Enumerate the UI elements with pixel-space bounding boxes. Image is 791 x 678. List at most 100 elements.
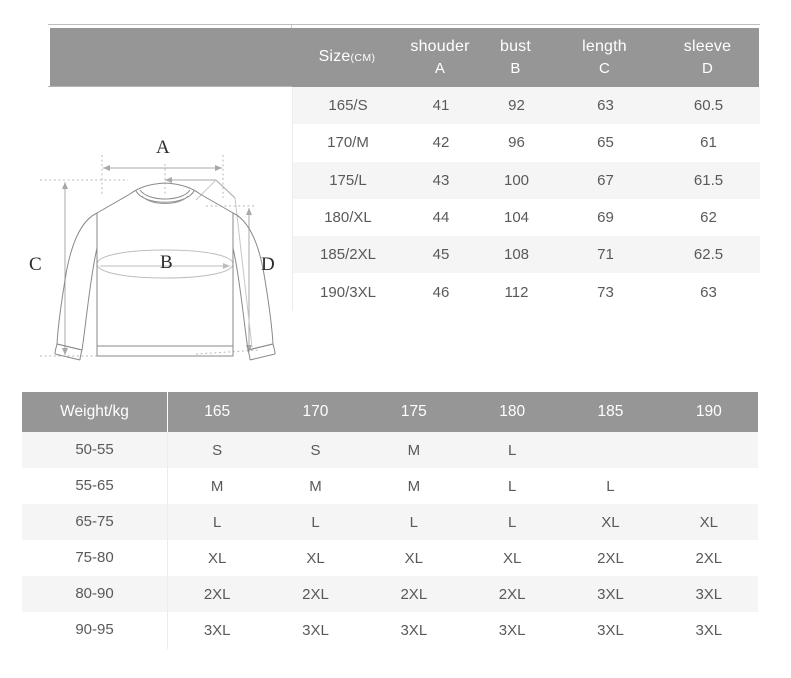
cell-bust: 92 [508, 97, 525, 115]
table-row: 165/S 41 92 63 60.5 [293, 87, 760, 125]
shoulder-header-label: shouder [410, 38, 470, 56]
cell-size-170: XL [306, 549, 325, 567]
cell-length: 65 [597, 134, 614, 152]
table-row: 90-95 3XL 3XL 3XL 3XL 3XL 3XL [22, 612, 758, 649]
cell-size-175: 3XL [400, 622, 428, 640]
cell-sleeve: 61.5 [693, 171, 724, 189]
cell-size-175: L [409, 513, 418, 531]
cell-sleeve: 62 [700, 209, 717, 227]
table-row: 80-90 2XL 2XL 2XL 2XL 3XL 3XL [22, 576, 758, 613]
cell-size: 190/3XL [320, 283, 376, 301]
cell-size: 175/L [329, 171, 367, 189]
table-row: 50-55 S S M L [22, 432, 758, 469]
cell-length: 71 [597, 246, 614, 264]
cell-size-180: 3XL [498, 622, 526, 640]
cell-size-185: XL [601, 513, 620, 531]
table-row: 170/M 42 96 65 61 [293, 124, 760, 162]
cell-bust: 100 [503, 171, 530, 189]
cell-size-170: 2XL [302, 585, 329, 603]
cell-size-180: L [507, 441, 517, 459]
cell-size-185: 2XL [597, 549, 624, 567]
cell-shoulder: 41 [432, 97, 450, 115]
table-row: 185/2XL 45 108 71 62.5 [293, 236, 760, 274]
cell-shoulder: 46 [432, 283, 450, 301]
cell-size-165: M [210, 477, 224, 495]
size-header-cell-size: Size(CM) [292, 47, 402, 67]
cell-size: 185/2XL [320, 246, 376, 264]
height-header-180: 180 [499, 403, 526, 420]
cell-size-170: M [309, 477, 322, 495]
height-header-185: 185 [597, 403, 624, 420]
cell-sleeve: 60.5 [693, 97, 724, 115]
bust-header-code: B [510, 59, 521, 77]
cell-size-170: S [310, 441, 321, 459]
cell-bust: 104 [503, 209, 530, 227]
size-header-unit: (CM) [350, 52, 376, 65]
cell-bust: 112 [504, 283, 529, 301]
weight-table-header: Weight/kg 165 170 175 180 185 190 [22, 392, 758, 432]
cell-weight-range: 65-75 [22, 504, 168, 541]
cell-size-190: XL [699, 513, 718, 531]
cell-size-185: L [606, 477, 615, 495]
length-header-code: C [598, 59, 611, 77]
height-header-175: 175 [400, 403, 427, 420]
shoulder-header-code: A [434, 59, 446, 77]
cell-weight-range: 80-90 [22, 576, 168, 613]
size-header-cell-shoulder: shouder A [402, 37, 478, 78]
height-header-170: 170 [302, 403, 329, 420]
cell-size-165: 3XL [203, 622, 231, 640]
sleeve-header-code: D [701, 59, 714, 77]
cell-sleeve: 63 [700, 283, 717, 301]
diagram-label-c: C [29, 254, 42, 275]
table-row: 75-80 XL XL XL XL 2XL 2XL [22, 540, 758, 577]
size-chart-top-section: A B C D Size(CM) shouder A bust B length… [0, 0, 791, 382]
cell-sleeve: 61 [700, 134, 717, 152]
garment-diagram: A B C D [20, 128, 292, 374]
table-row: 190/3XL 46 112 73 63 [293, 273, 760, 311]
cell-bust: 108 [503, 246, 530, 264]
cell-shoulder: 45 [432, 246, 450, 264]
table-row: 55-65 M M M L L [22, 468, 758, 505]
cell-size-180: L [507, 477, 517, 495]
cell-length: 73 [597, 283, 614, 301]
size-header-label: Size [318, 48, 351, 66]
cell-weight-range: 50-55 [22, 432, 168, 469]
cell-weight-range: 90-95 [22, 612, 168, 649]
size-header-cell-sleeve: sleeve D [656, 37, 759, 78]
cell-size-185: 3XL [597, 585, 624, 603]
table-row: 180/XL 44 104 69 62 [293, 198, 760, 237]
cell-bust: 96 [508, 134, 525, 152]
weight-header-label: Weight/kg [22, 392, 168, 432]
cell-size: 165/S [328, 97, 368, 115]
cell-size-165: L [212, 513, 222, 531]
height-header-190: 190 [695, 403, 722, 420]
diagram-label-b: B [160, 252, 173, 273]
cell-size-180: L [507, 513, 517, 531]
weight-height-table: Weight/kg 165 170 175 180 185 190 50-55 … [22, 392, 758, 649]
cell-length: 63 [597, 97, 614, 115]
top-divider-line [48, 24, 760, 25]
height-header-165: 165 [204, 403, 231, 420]
cell-size: 170/M [327, 134, 369, 152]
cell-size-175: M [407, 477, 421, 495]
size-header-cell-length: length C [553, 37, 656, 78]
cell-size-180: XL [502, 549, 522, 567]
cell-size-175: 2XL [400, 585, 428, 603]
cell-size-190: 3XL [695, 585, 723, 603]
cell-size-165: S [212, 441, 223, 459]
cell-shoulder: 43 [432, 171, 450, 189]
header-band-underline [48, 86, 292, 87]
cell-size-190: 2XL [695, 549, 723, 567]
cell-length: 67 [597, 171, 614, 189]
sleeve-header-label: sleeve [683, 38, 732, 56]
cell-shoulder: 42 [432, 134, 450, 152]
cell-size-175: XL [404, 549, 423, 567]
cell-sleeve: 62.5 [693, 246, 724, 264]
cell-size-185: 3XL [597, 622, 624, 640]
table-row: 65-75 L L L L XL XL [22, 504, 758, 541]
cell-size-170: L [311, 513, 320, 531]
cell-weight-range: 75-80 [22, 540, 168, 577]
diagram-label-d: D [261, 254, 275, 275]
size-header-cell-bust: bust B [478, 37, 553, 78]
cell-size-165: 2XL [203, 585, 231, 603]
